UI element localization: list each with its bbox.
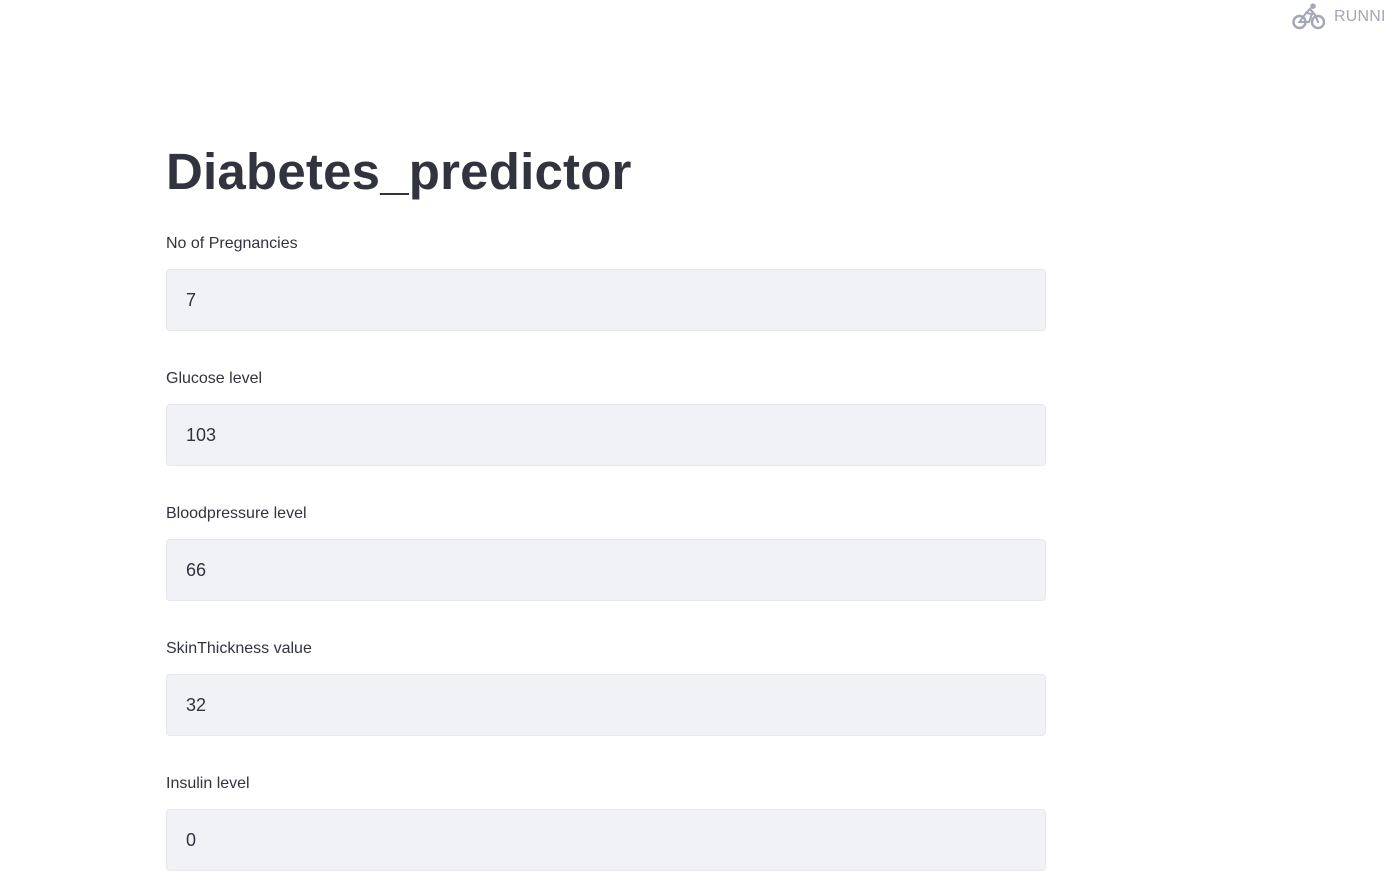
bloodpressure-label: Bloodpressure level xyxy=(166,505,307,522)
glucose-field: Glucose level xyxy=(166,369,1046,466)
insulin-field: Insulin level xyxy=(166,774,1046,871)
cyclist-icon xyxy=(1292,3,1326,30)
pregnancies-input[interactable] xyxy=(166,269,1046,331)
insulin-input[interactable] xyxy=(166,809,1046,871)
skinthickness-input[interactable] xyxy=(166,674,1046,736)
insulin-label: Insulin level xyxy=(166,775,250,792)
bloodpressure-input[interactable] xyxy=(166,539,1046,601)
glucose-input[interactable] xyxy=(166,404,1046,466)
glucose-label: Glucose level xyxy=(166,370,263,387)
skinthickness-label: SkinThickness value xyxy=(166,640,312,657)
main-content: Diabetes_predictor No of Pregnancies Glu… xyxy=(166,140,1046,871)
pregnancies-field: No of Pregnancies xyxy=(166,234,1046,331)
pregnancies-label: No of Pregnancies xyxy=(166,235,298,252)
skinthickness-field: SkinThickness value xyxy=(166,639,1046,736)
running-status: RUNNI xyxy=(1292,1,1387,33)
status-text: RUNNI xyxy=(1334,8,1386,25)
bloodpressure-field: Bloodpressure level xyxy=(166,504,1046,601)
page-title: Diabetes_predictor xyxy=(166,143,632,200)
